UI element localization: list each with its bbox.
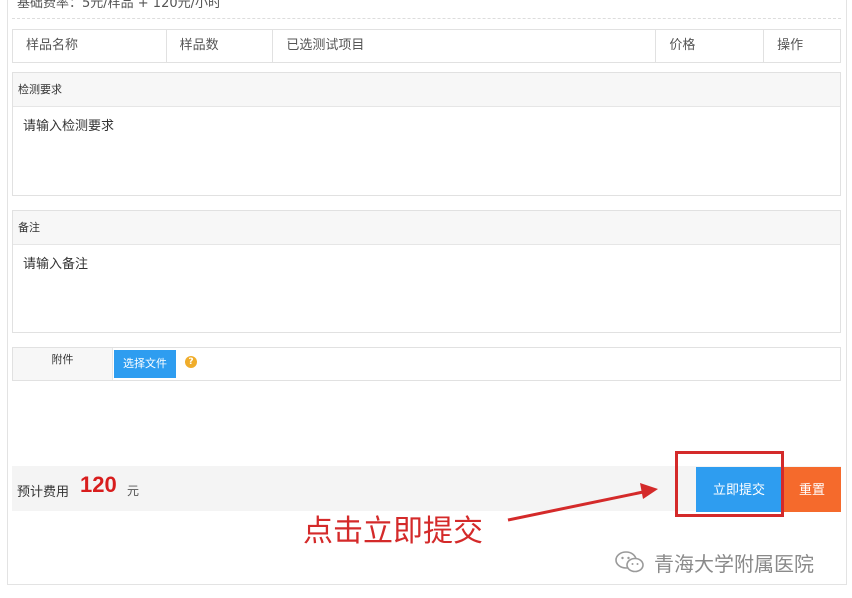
wechat-icon — [614, 550, 646, 574]
col-price: 价格 — [656, 30, 765, 62]
choose-file-button[interactable]: 选择文件 — [114, 350, 176, 378]
estimated-cost-amount: 120 — [80, 472, 117, 497]
col-selected-tests: 已选测试项目 — [273, 30, 657, 62]
estimated-cost-unit: 元 — [127, 484, 140, 498]
requirements-textarea[interactable]: 请输入检测要求 — [13, 107, 840, 195]
annotation-text: 点击立即提交 — [303, 514, 483, 549]
help-icon[interactable]: ? — [185, 356, 197, 368]
submit-highlight-box — [675, 451, 784, 517]
col-actions: 操作 — [777, 38, 804, 53]
remarks-textarea[interactable]: 请输入备注 — [13, 245, 840, 332]
remarks-label: 备注 — [13, 211, 840, 245]
remarks-panel: 备注 请输入备注 — [12, 210, 841, 333]
requirements-label: 检测要求 — [13, 73, 840, 107]
sample-table-header: 样品名称 样品数 已选测试项目 价格 操作 — [12, 29, 841, 63]
watermark-text: 青海大学附属医院 — [654, 551, 814, 576]
reset-button[interactable]: 重置 — [783, 467, 841, 512]
col-sample-name: 样品名称 — [13, 30, 167, 62]
base-rate-row: 基础费率：5元/样品 + 120元/小时 — [12, 0, 841, 19]
base-rate-text: 基础费率：5元/样品 + 120元/小时 — [17, 0, 222, 11]
estimated-cost-label: 预计费用 — [17, 485, 70, 500]
attachment-row: 附件 选择文件 ? — [12, 347, 841, 381]
col-sample-count: 样品数 — [167, 30, 274, 62]
requirements-panel: 检测要求 请输入检测要求 — [12, 72, 841, 196]
watermark: 青海大学附属医院 — [614, 546, 814, 578]
attachment-label: 附件 — [13, 348, 113, 380]
